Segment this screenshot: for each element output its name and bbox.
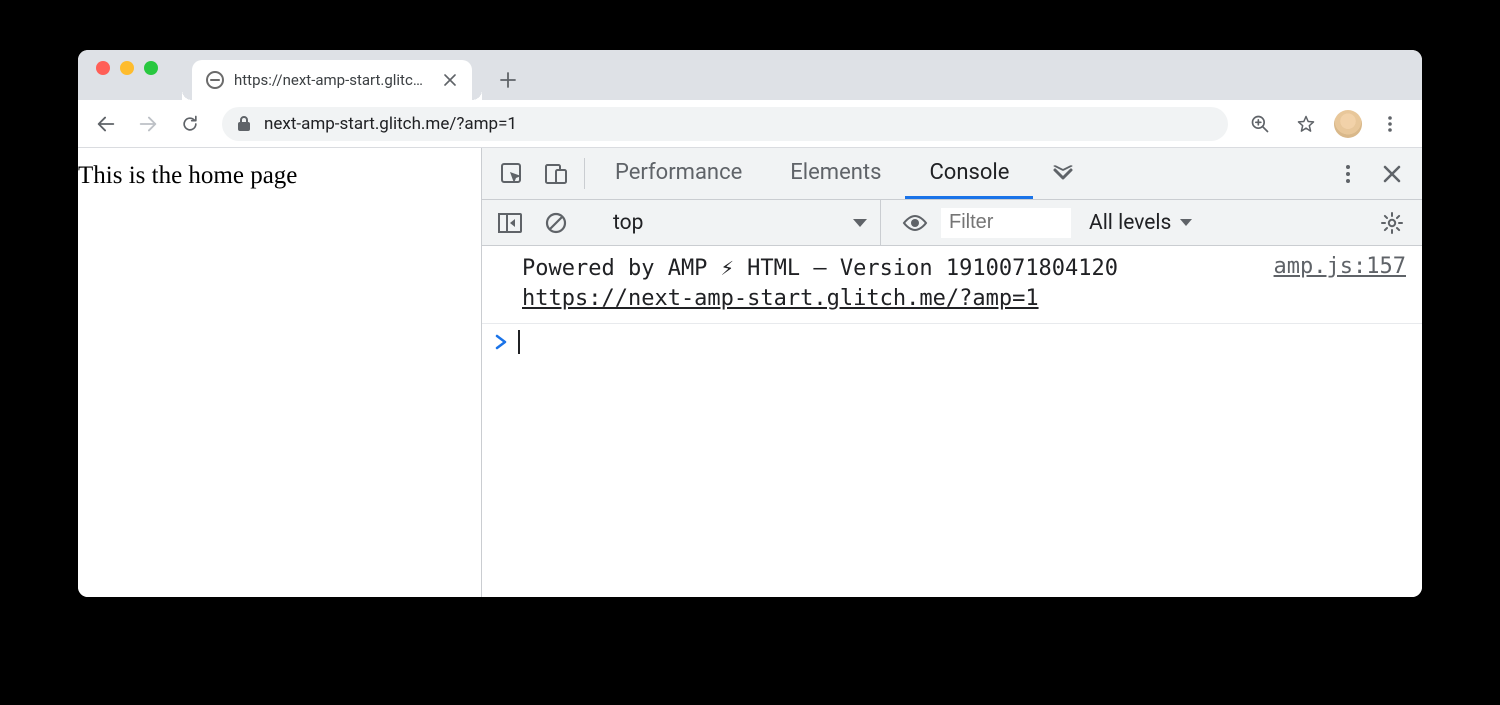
- toolbar-actions: [1242, 106, 1412, 142]
- close-window-button[interactable]: [96, 61, 110, 75]
- devtools-menu-button[interactable]: [1326, 162, 1370, 186]
- text-cursor: [518, 330, 520, 354]
- inspect-element-button[interactable]: [490, 148, 534, 199]
- context-label: top: [613, 211, 643, 235]
- window-controls: [90, 50, 192, 100]
- zoom-button[interactable]: [1242, 106, 1278, 142]
- maximize-window-button[interactable]: [144, 61, 158, 75]
- console-output: Powered by AMP ⚡ HTML – Version 19100718…: [482, 246, 1422, 597]
- lock-icon: [236, 115, 252, 133]
- tab-strip: https://next-amp-start.glitch.m: [78, 50, 1422, 100]
- tab-performance[interactable]: Performance: [591, 148, 766, 199]
- back-button[interactable]: [88, 106, 124, 142]
- more-tabs-button[interactable]: [1033, 148, 1093, 199]
- log-source-link[interactable]: amp.js:157: [1274, 254, 1406, 279]
- tab-label: Elements: [790, 160, 881, 185]
- browser-toolbar: next-amp-start.glitch.me/?amp=1: [78, 100, 1422, 148]
- clear-console-button[interactable]: [536, 212, 576, 234]
- levels-label: All levels: [1089, 211, 1171, 235]
- chevron-right-icon: [494, 334, 508, 350]
- live-expression-button[interactable]: [895, 214, 935, 232]
- content-area: This is the home page Performance Elemen…: [78, 148, 1422, 597]
- tab-label: Console: [929, 160, 1009, 185]
- chevron-down-icon: [852, 218, 868, 228]
- close-devtools-button[interactable]: [1370, 164, 1414, 184]
- close-tab-button[interactable]: [442, 72, 458, 88]
- browser-window: https://next-amp-start.glitch.m next-amp…: [78, 50, 1422, 597]
- tab-elements[interactable]: Elements: [766, 148, 905, 199]
- log-levels-select[interactable]: All levels: [1077, 211, 1205, 235]
- profile-avatar[interactable]: [1334, 110, 1362, 138]
- device-toolbar-button[interactable]: [534, 148, 578, 199]
- devtools-tab-bar: Performance Elements Console: [482, 148, 1422, 200]
- console-controls: top All levels: [482, 200, 1422, 246]
- log-text: Powered by AMP ⚡ HTML – Version 19100718…: [522, 256, 1118, 281]
- reload-button[interactable]: [172, 106, 208, 142]
- browser-tab[interactable]: https://next-amp-start.glitch.m: [192, 60, 472, 100]
- forward-button[interactable]: [130, 106, 166, 142]
- console-filter-input[interactable]: [941, 208, 1071, 238]
- globe-icon: [206, 71, 224, 89]
- log-url-link[interactable]: https://next-amp-start.glitch.me/?amp=1: [522, 286, 1039, 311]
- console-sidebar-toggle[interactable]: [490, 213, 530, 233]
- console-log-entry: Powered by AMP ⚡ HTML – Version 19100718…: [482, 246, 1422, 324]
- bookmark-button[interactable]: [1288, 106, 1324, 142]
- chevron-down-icon: [1179, 218, 1193, 227]
- separator: [584, 158, 585, 189]
- page-body-text: This is the home page: [78, 162, 297, 189]
- new-tab-button[interactable]: [492, 64, 524, 96]
- execution-context-select[interactable]: top: [601, 200, 881, 245]
- tab-console[interactable]: Console: [905, 148, 1033, 199]
- webpage-viewport: This is the home page: [78, 148, 481, 597]
- minimize-window-button[interactable]: [120, 61, 134, 75]
- devtools-panel: Performance Elements Console: [481, 148, 1422, 597]
- address-bar[interactable]: next-amp-start.glitch.me/?amp=1: [222, 107, 1228, 141]
- log-message: Powered by AMP ⚡ HTML – Version 19100718…: [522, 254, 1254, 313]
- console-settings-button[interactable]: [1370, 211, 1414, 235]
- url-text: next-amp-start.glitch.me/?amp=1: [264, 114, 517, 134]
- tab-label: Performance: [615, 160, 742, 185]
- console-prompt[interactable]: [482, 324, 1422, 360]
- tab-title: https://next-amp-start.glitch.m: [234, 71, 424, 89]
- browser-menu-button[interactable]: [1372, 106, 1408, 142]
